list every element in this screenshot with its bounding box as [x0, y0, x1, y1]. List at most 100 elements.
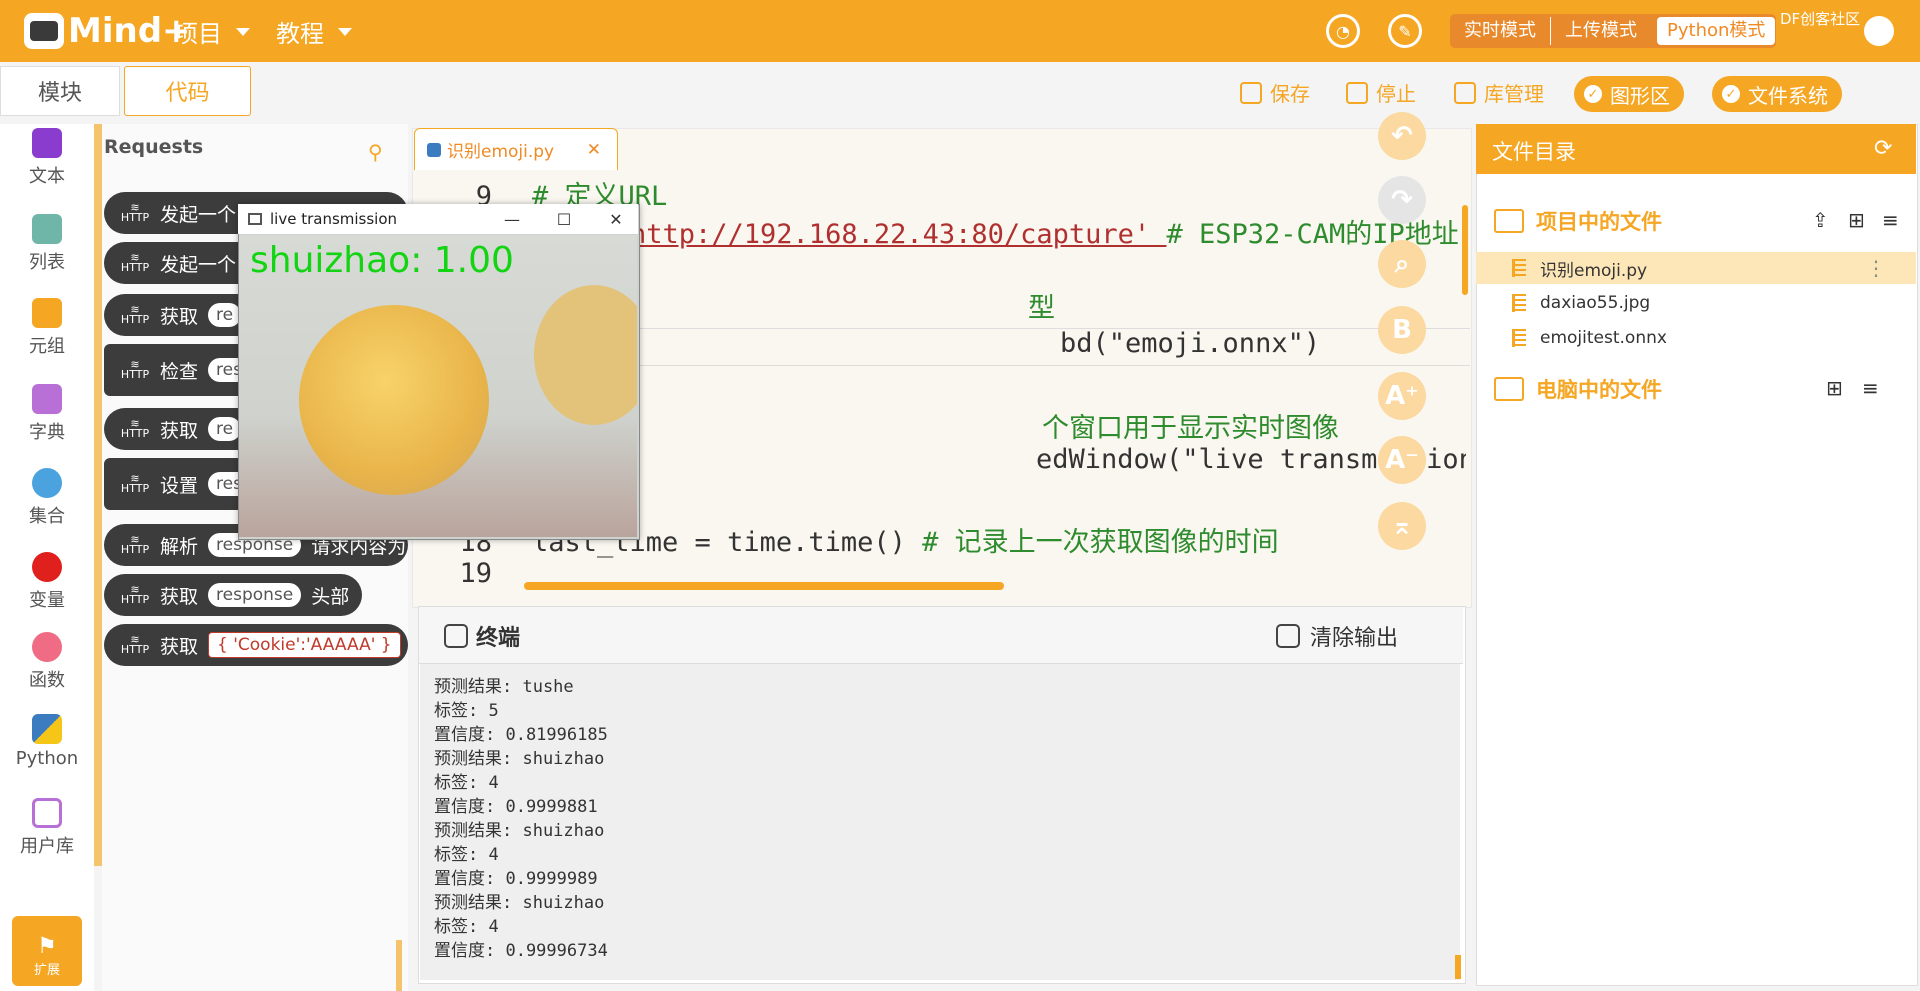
extension-label: 扩展: [33, 963, 60, 978]
clear-output-button[interactable]: 清除输出: [1276, 620, 1398, 652]
text-category-icon: [32, 128, 62, 158]
project-files-label: 项目中的文件: [1536, 210, 1662, 234]
chevron-down-icon: [236, 27, 250, 36]
category-dict[interactable]: 字典: [0, 384, 94, 444]
block-label: 解析: [160, 535, 199, 558]
prediction-overlay: shuizhao: 1.00: [250, 240, 514, 281]
category-python[interactable]: Python: [0, 714, 94, 769]
close-icon[interactable]: ✕: [587, 140, 601, 160]
bold-icon[interactable]: B: [1378, 306, 1426, 354]
close-icon[interactable]: ✕: [594, 210, 638, 229]
editor-horizontal-scrollbar[interactable]: [524, 582, 1004, 590]
stop-label: 停止: [1376, 82, 1416, 106]
category-label: 集合: [29, 506, 65, 527]
http-icon: ≋ HTTP: [120, 533, 150, 556]
terminal-scrollbar[interactable]: [1455, 955, 1461, 979]
list-category-icon: [32, 214, 62, 244]
python-file-icon: [427, 142, 441, 157]
menu-icon[interactable]: ≡: [1862, 376, 1879, 400]
save-button[interactable]: 保存: [1240, 78, 1310, 107]
block-label: 设置: [160, 474, 199, 497]
library-icon: [1454, 81, 1476, 104]
filesystem-toggle[interactable]: ✓ 文件系统: [1712, 76, 1842, 112]
new-file-icon[interactable]: ⊞: [1848, 208, 1865, 232]
app-name: Mind+: [68, 11, 191, 51]
pin-icon[interactable]: ⚲: [368, 140, 383, 164]
folder-list-icon: [1494, 209, 1524, 233]
stop-button[interactable]: 停止: [1346, 78, 1416, 107]
category-function[interactable]: 函数: [0, 632, 94, 692]
library-button[interactable]: 库管理: [1454, 78, 1544, 107]
file-tab[interactable]: 识别emoji.py ✕: [414, 128, 618, 170]
refresh-icon[interactable]: ⟳: [1874, 136, 1892, 161]
edit-icon[interactable]: ✎: [1388, 14, 1422, 48]
project-menu[interactable]: 项目: [174, 14, 250, 49]
upload-icon[interactable]: ⇪: [1812, 208, 1829, 232]
editor-vertical-scrollbar[interactable]: [1462, 205, 1468, 295]
tutorial-menu[interactable]: 教程: [276, 14, 352, 49]
http-icon: ≋ HTTP: [120, 472, 150, 495]
computer-files-label: 电脑中的文件: [1536, 378, 1662, 402]
http-block[interactable]: ≋ HTTP 获取 { 'Cookie':'AAAAA' }: [104, 624, 408, 666]
extension-button[interactable]: ⚑ 扩展: [12, 916, 82, 986]
gear-icon[interactable]: [1864, 16, 1894, 46]
terminal-line: 预测结果: shuizhao: [434, 749, 605, 769]
category-user-library[interactable]: 用户库: [0, 798, 94, 858]
http-block[interactable]: ≋ HTTP 获取 response 头部: [104, 574, 362, 616]
file-name: emojitest.onnx: [1540, 328, 1667, 348]
save-label: 保存: [1270, 82, 1310, 106]
graphics-toggle[interactable]: ✓ 图形区: [1574, 76, 1684, 112]
block-label: 发起一个: [160, 253, 237, 276]
block-arg[interactable]: response: [208, 583, 302, 607]
computer-files-section[interactable]: 电脑中的文件: [1494, 374, 1662, 404]
file-item[interactable]: emojitest.onnx: [1476, 322, 1916, 354]
python-mode-button[interactable]: Python模式: [1657, 17, 1776, 45]
live-window-titlebar[interactable]: live transmission — ☐ ✕: [238, 204, 638, 234]
font-decrease-icon[interactable]: A⁻: [1378, 436, 1426, 484]
upload-mode-button[interactable]: 上传模式: [1550, 17, 1651, 45]
python-icon: [32, 714, 62, 744]
new-file-icon[interactable]: ⊞: [1826, 376, 1843, 400]
window-app-icon: [248, 213, 262, 225]
file-item[interactable]: 识别emoji.py ⋮: [1476, 252, 1916, 284]
category-scrollbar[interactable]: [94, 124, 102, 866]
realtime-mode-button[interactable]: 实时模式: [1450, 17, 1550, 45]
maximize-icon[interactable]: ☐: [542, 210, 586, 229]
redo-icon[interactable]: ↷: [1378, 176, 1426, 224]
block-arg[interactable]: { 'Cookie':'AAAAA' }: [208, 632, 401, 658]
project-menu-label: 项目: [174, 20, 222, 48]
scroll-top-icon[interactable]: ⌅: [1378, 502, 1426, 550]
tab-blocks[interactable]: 模块: [0, 66, 120, 116]
mind-plus-logo: Mind+: [24, 8, 191, 54]
search-icon[interactable]: ⌕: [1378, 240, 1426, 288]
file-name: 识别emoji.py: [1540, 260, 1648, 281]
link-icon: [444, 624, 468, 648]
menu-icon[interactable]: ≡: [1882, 208, 1899, 232]
code-comment: # 记录上一次获取图像的时间: [922, 527, 1279, 558]
category-set[interactable]: 集合: [0, 468, 94, 528]
more-options-icon[interactable]: ⋮: [1866, 256, 1886, 280]
code-line[interactable]: 19: [412, 558, 1466, 596]
category-variable[interactable]: 变量: [0, 552, 94, 612]
tab-code[interactable]: 代码: [124, 66, 251, 116]
category-label: 列表: [29, 252, 65, 273]
graphics-label: 图形区: [1610, 83, 1670, 108]
category-list[interactable]: 列表: [0, 214, 94, 274]
minimize-icon[interactable]: —: [490, 210, 534, 229]
category-text[interactable]: 文本: [0, 128, 94, 188]
category-tuple[interactable]: 元组: [0, 298, 94, 358]
dashboard-icon[interactable]: ◔: [1326, 14, 1360, 48]
project-files-section[interactable]: 项目中的文件: [1494, 206, 1662, 236]
blocks-scrollbar[interactable]: [396, 940, 402, 991]
check-icon: ✓: [1722, 85, 1740, 103]
file-item[interactable]: daxiao55.jpg: [1476, 287, 1916, 319]
monitor-icon: [1494, 377, 1524, 401]
filesystem-label: 文件系统: [1748, 83, 1828, 108]
block-arg[interactable]: re: [208, 417, 242, 441]
block-label: 获取: [160, 419, 199, 442]
font-increase-icon[interactable]: A⁺: [1378, 372, 1426, 420]
block-arg[interactable]: re: [208, 303, 242, 327]
code-text: 个窗口用于显示实时图像: [1042, 413, 1339, 444]
undo-icon[interactable]: ↶: [1378, 112, 1426, 160]
block-label: 获取: [160, 635, 199, 658]
